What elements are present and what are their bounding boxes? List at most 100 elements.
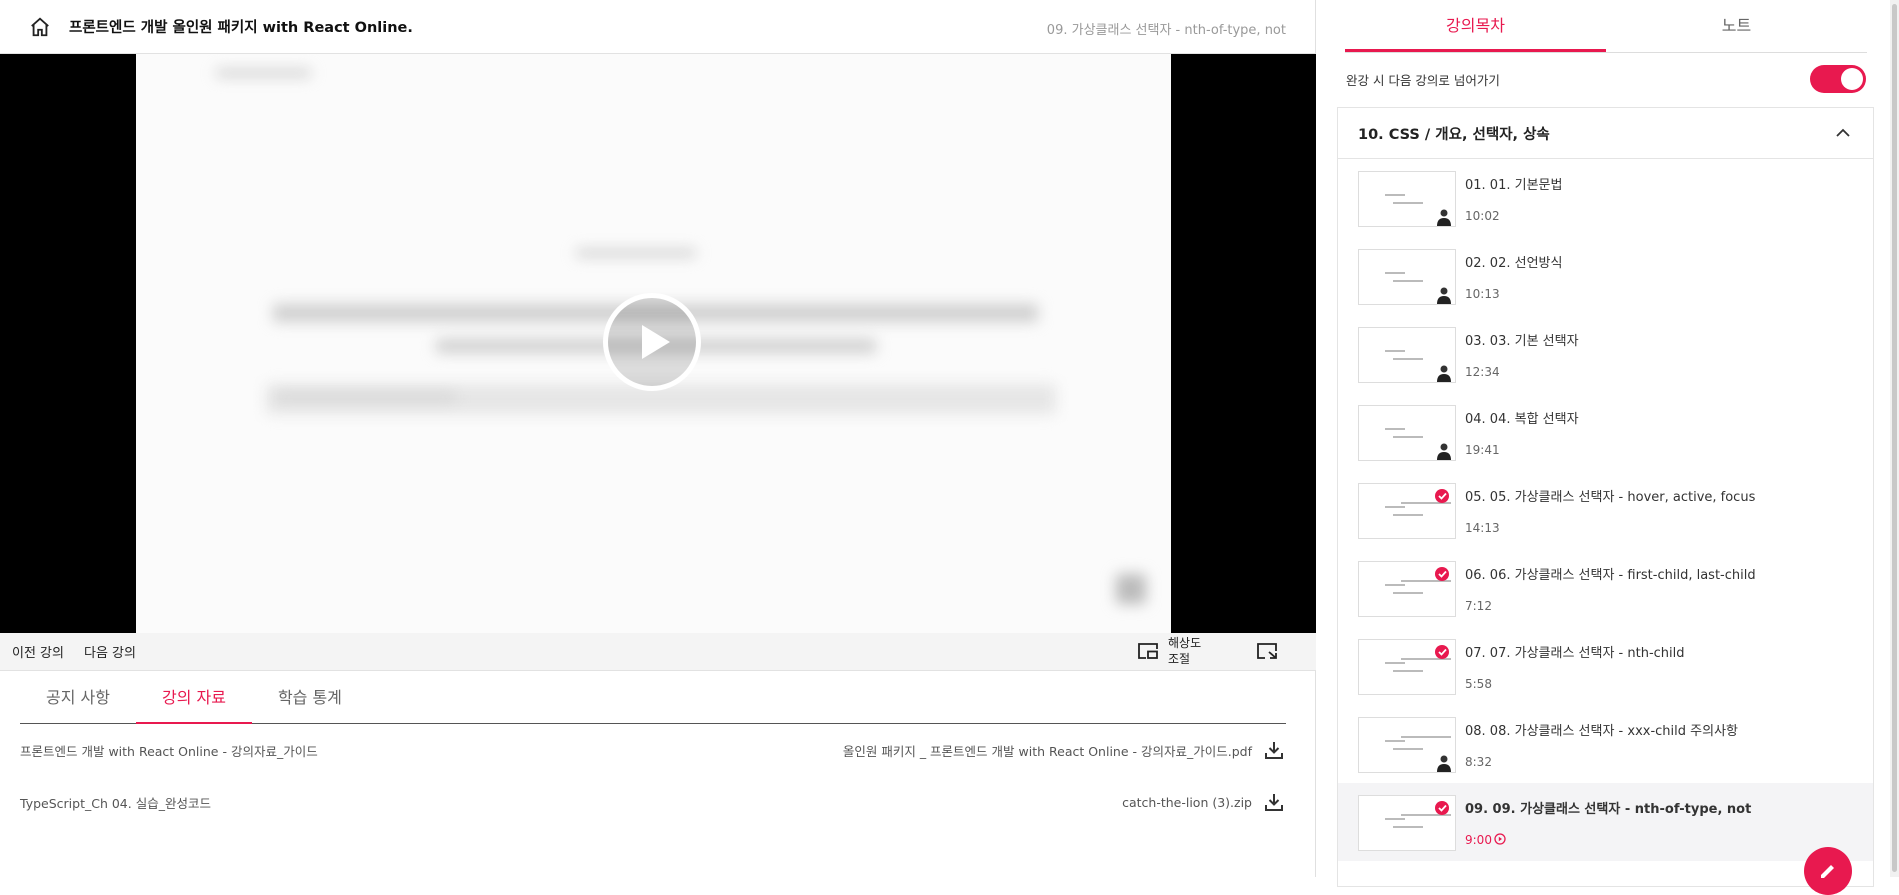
player-controls: 이전 강의 다음 강의 해상도 조절 [0,633,1316,671]
lecture-item[interactable]: 06. 06. 가상클래스 선택자 - first-child, last-ch… [1338,549,1873,627]
completed-check-icon [1435,801,1449,815]
lecture-duration-text: 9:00 [1465,833,1492,847]
lecture-item[interactable]: 01. 01. 기본문법 10:02 [1338,159,1873,237]
lecture-duration: 12:34 [1465,365,1500,379]
video-player[interactable] [0,54,1316,633]
lecture-title: 08. 08. 가상클래스 선택자 - xxx-child 주의사항 [1465,724,1738,739]
lecture-duration-text: 14:13 [1465,521,1500,535]
lecture-duration-text: 8:32 [1465,755,1492,769]
completed-check-icon [1435,645,1449,659]
video-frame [136,54,1171,633]
lecture-thumbnail [1358,795,1456,851]
tab-materials[interactable]: 강의 자료 [135,672,252,724]
tab-curriculum[interactable]: 강의목차 [1345,0,1606,52]
completed-check-icon [1435,567,1449,581]
tab-notes[interactable]: 노트 [1606,0,1867,52]
material-name: 프론트엔드 개발 with React Online - 강의자료_가이드 [20,743,318,759]
lecture-thumbnail [1358,171,1456,227]
lecture-title: 06. 06. 가상클래스 선택자 - first-child, last-ch… [1465,568,1756,583]
now-playing-icon [1492,833,1506,847]
play-button[interactable] [603,293,701,391]
note-fab-button[interactable] [1804,847,1852,895]
sidebar: 강의목차 노트 완강 시 다음 강의로 넘어가기 10. CSS / 개요, 선… [1317,0,1899,895]
chevron-up-icon [1836,128,1850,137]
lecture-duration: 7:12 [1465,599,1492,613]
lecture-thumbnail [1358,405,1456,461]
autoplay-toggle[interactable] [1810,65,1866,93]
lecture-thumbnail [1358,249,1456,305]
home-icon [31,17,49,36]
header-bar: 프론트엔드 개발 올인원 패키지 with React Online. 09. … [0,0,1316,54]
lecture-item[interactable]: 02. 02. 선언방식 10:13 [1338,237,1873,315]
pencil-icon [1821,865,1834,878]
prev-lecture-button[interactable]: 이전 강의 [12,642,64,661]
section-header[interactable]: 10. CSS / 개요, 선택자, 상속 [1338,108,1873,159]
material-row: 프론트엔드 개발 with React Online - 강의자료_가이드 올인… [20,724,1286,776]
autoplay-label: 완강 시 다음 강의로 넘어가기 [1346,72,1500,88]
curriculum-section: 10. CSS / 개요, 선택자, 상속 01. 01. 기본문법 10:02 0… [1337,107,1874,887]
lecture-duration-text: 12:34 [1465,365,1500,379]
main-panel: 프론트엔드 개발 올인원 패키지 with React Online. 09. … [0,0,1316,877]
lecture-title: 03. 03. 기본 선택자 [1465,334,1579,349]
lecture-title: 01. 01. 기본문법 [1465,178,1563,193]
current-lecture-title: 09. 가상클래스 선택자 - nth-of-type, not [1046,23,1286,38]
quality-label: 해상도 조절 [1168,636,1202,666]
lecture-thumbnail [1358,327,1456,383]
material-name: TypeScript_Ch 04. 실습_완성코드 [20,795,211,811]
lecture-title: 05. 05. 가상클래스 선택자 - hover, active, focus [1465,490,1756,505]
lecture-duration: 9:00 [1465,833,1506,847]
tab-notice[interactable]: 공지 사항 [20,672,136,724]
completed-check-icon [1435,489,1449,503]
course-title: 프론트엔드 개발 올인원 패키지 with React Online. [69,20,413,36]
next-lecture-button[interactable]: 다음 강의 [84,642,136,661]
lecture-thumbnail [1358,561,1456,617]
lecture-item[interactable]: 03. 03. 기본 선택자 12:34 [1338,315,1873,393]
lecture-duration-text: 19:41 [1465,443,1500,457]
lecture-duration: 19:41 [1465,443,1500,457]
lecture-duration: 10:02 [1465,209,1500,223]
lecture-item[interactable]: 08. 08. 가상클래스 선택자 - xxx-child 주의사항 8:32 [1338,705,1873,783]
instructor-avatar [1437,754,1451,772]
lecture-duration-text: 5:58 [1465,677,1492,691]
lecture-duration: 5:58 [1465,677,1492,691]
scrollbar[interactable] [1890,0,1899,877]
lecture-title: 02. 02. 선언방식 [1465,256,1563,271]
lecture-duration-text: 7:12 [1465,599,1492,613]
autoplay-setting: 완강 시 다음 강의로 넘어가기 [1346,65,1866,93]
lecture-duration: 14:13 [1465,521,1500,535]
material-file-link[interactable]: catch-the-lion (3).zip [1122,795,1252,810]
lecture-thumbnail [1358,483,1456,539]
quality-button[interactable]: 해상도 조절 [1137,635,1208,667]
sidebar-tabs: 강의목차 노트 [1345,0,1867,53]
download-icon [1265,742,1283,759]
lecture-item[interactable]: 07. 07. 가상클래스 선택자 - nth-child 5:58 [1338,627,1873,705]
tab-stats[interactable]: 학습 통계 [252,672,368,724]
download-button[interactable] [1262,790,1286,814]
lecture-item[interactable]: 05. 05. 가상클래스 선택자 - hover, active, focus… [1338,471,1873,549]
download-button[interactable] [1262,738,1286,762]
lecture-thumbnail [1358,717,1456,773]
download-icon [1265,794,1283,811]
lecture-duration: 8:32 [1465,755,1492,769]
material-row: TypeScript_Ch 04. 실습_완성코드 catch-the-lion… [20,776,1286,828]
lecture-item[interactable]: 04. 04. 복합 선택자 19:41 [1338,393,1873,471]
instructor-avatar [1437,208,1451,226]
lecture-duration: 10:13 [1465,287,1500,301]
instructor-avatar [1437,286,1451,304]
instructor-avatar [1437,364,1451,382]
lecture-duration-text: 10:13 [1465,287,1500,301]
lecture-title: 04. 04. 복합 선택자 [1465,412,1579,427]
lecture-title: 07. 07. 가상클래스 선택자 - nth-child [1465,646,1685,661]
material-file-link[interactable]: 올인원 패키지 _ 프론트엔드 개발 with React Online - 강… [843,741,1252,760]
lecture-thumbnail [1358,639,1456,695]
picture-in-picture-icon [1138,643,1158,659]
fullscreen-button[interactable] [1256,642,1278,664]
instructor-avatar [1437,442,1451,460]
play-icon [642,325,670,359]
lecture-item[interactable]: 09. 09. 가상클래스 선택자 - nth-of-type, not 9:00 [1338,783,1873,861]
content-tabs: 공지 사항 강의 자료 학습 통계 [20,672,1286,724]
home-button[interactable] [27,14,53,40]
section-title: 10. CSS / 개요, 선택자, 상속 [1358,126,1550,143]
fullscreen-icon [1257,643,1277,659]
lecture-duration-text: 10:02 [1465,209,1500,223]
